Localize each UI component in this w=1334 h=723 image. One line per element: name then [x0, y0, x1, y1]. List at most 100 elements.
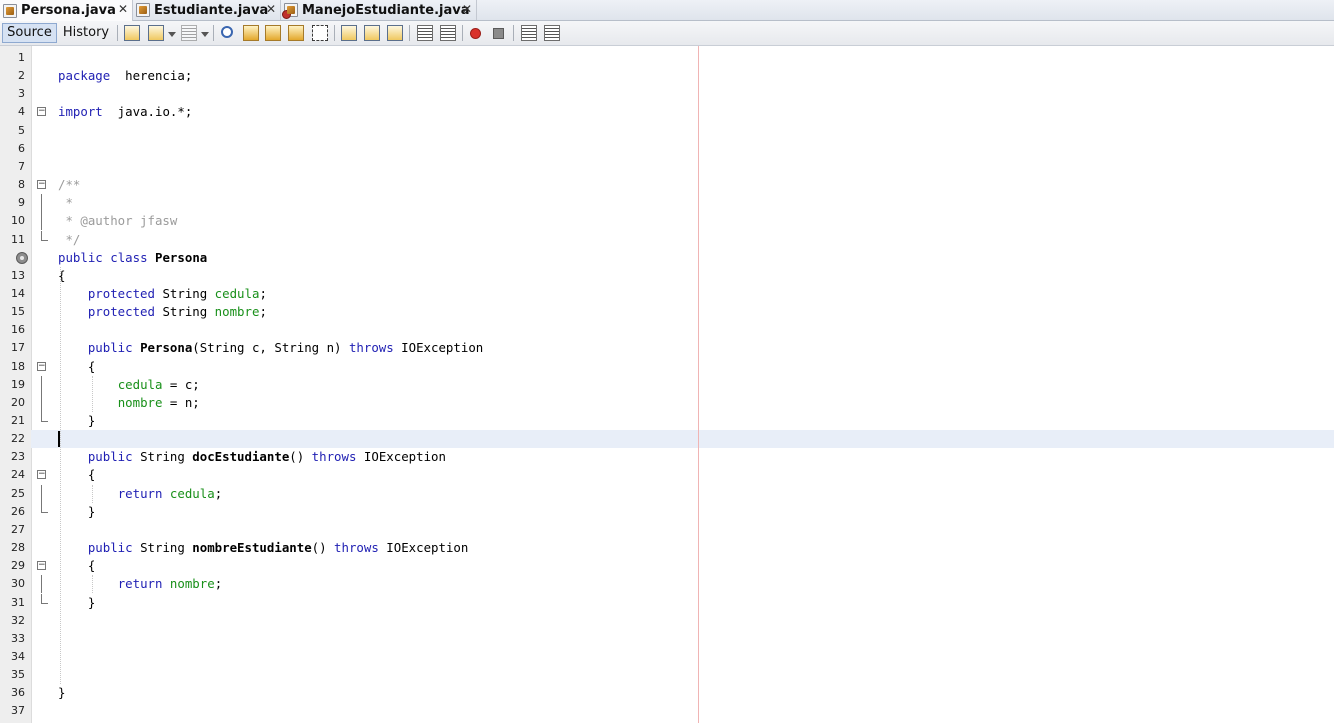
code-line[interactable]: 16: [0, 321, 1334, 339]
code-line[interactable]: 27: [0, 521, 1334, 539]
code-editor[interactable]: 1 2 package herencia; 3 4− import java.io.*; 5…: [0, 46, 1334, 723]
code-line[interactable]: 15 protected String nombre;: [0, 303, 1334, 321]
next-bookmark-icon[interactable]: [364, 25, 380, 41]
code-line[interactable]: 24 − {: [0, 466, 1334, 484]
shift-left-icon[interactable]: [417, 25, 433, 41]
code-text: package herencia;: [58, 67, 192, 85]
previous-bookmark-icon[interactable]: [341, 25, 357, 41]
collapse-fold-icon[interactable]: −: [37, 470, 46, 480]
line-number: 31: [11, 595, 25, 609]
line-number: 10: [11, 214, 25, 228]
collapse-fold-icon[interactable]: −: [37, 180, 46, 190]
line-number: 23: [11, 450, 25, 464]
java-file-icon: [136, 3, 150, 17]
find-previous-icon[interactable]: [243, 25, 259, 41]
code-token: (): [311, 540, 335, 556]
code-line[interactable]: 4 − import java.io.*;: [0, 103, 1334, 121]
history-view-button[interactable]: History: [60, 23, 112, 43]
code-line[interactable]: 11 */: [0, 230, 1334, 249]
code-line[interactable]: 14 protected String cedula;: [0, 285, 1334, 303]
find-next-icon[interactable]: [265, 25, 281, 41]
code-line[interactable]: 19 cedula = c;: [0, 375, 1334, 394]
code-token: ;: [214, 485, 223, 501]
code-line[interactable]: 20 nombre = n;: [0, 393, 1334, 412]
collapse-fold-icon[interactable]: −: [37, 561, 46, 571]
code-line[interactable]: 23 public String docEstudiante() throws …: [0, 448, 1334, 466]
code-line[interactable]: 12public class Persona: [0, 249, 1334, 267]
code-text: protected String nombre;: [58, 303, 267, 321]
code-line[interactable]: 3: [0, 85, 1334, 103]
code-line[interactable]: 10 * @author jfasw: [0, 212, 1334, 231]
tab-estudiante-java[interactable]: Estudiante.java ✕: [133, 0, 281, 20]
code-token: ;: [214, 576, 223, 592]
collapse-fold-icon[interactable]: −: [37, 361, 46, 371]
forward-icon[interactable]: [181, 25, 197, 41]
code-line[interactable]: 37: [0, 702, 1334, 720]
stop-macro-recording-icon[interactable]: [493, 28, 504, 39]
code-line[interactable]: 30 return nombre;: [0, 575, 1334, 594]
comment-icon[interactable]: [521, 25, 537, 41]
back-icon[interactable]: [148, 25, 164, 41]
fold-guide: [41, 393, 42, 412]
shift-right-icon[interactable]: [440, 25, 456, 41]
code-text: }: [58, 412, 95, 430]
code-line[interactable]: 2 package herencia;: [0, 67, 1334, 85]
code-line[interactable]: 21 }: [0, 412, 1334, 430]
keyword-token: return: [117, 576, 163, 592]
comment-token: *: [58, 195, 73, 211]
code-line[interactable]: 34: [0, 648, 1334, 666]
comment-token: /**: [58, 177, 81, 193]
code-text: {: [58, 557, 95, 575]
code-line[interactable]: 6: [0, 140, 1334, 158]
code-line[interactable]: 33: [0, 630, 1334, 648]
close-tab-icon[interactable]: ✕: [118, 2, 128, 16]
find-icon[interactable]: [221, 26, 233, 38]
code-line[interactable]: 8 − /**: [0, 176, 1334, 194]
line-number: 36: [11, 686, 25, 700]
rectangular-selection-icon[interactable]: [312, 25, 328, 41]
code-line[interactable]: 31 }: [0, 593, 1334, 612]
back-dropdown-icon[interactable]: [168, 32, 176, 37]
close-tab-icon[interactable]: ✕: [462, 2, 472, 16]
code-line[interactable]: 9 *: [0, 194, 1334, 213]
indent-guide: [60, 266, 61, 685]
code-line[interactable]: 32: [0, 612, 1334, 630]
code-line[interactable]: 26 }: [0, 502, 1334, 521]
code-text: }: [58, 684, 65, 702]
code-token: IOException: [356, 449, 446, 465]
code-line[interactable]: 25 return cedula;: [0, 484, 1334, 503]
toggle-bookmark-icon[interactable]: [387, 25, 403, 41]
code-text: public String docEstudiante() throws IOE…: [58, 448, 446, 466]
close-tab-icon[interactable]: ✕: [266, 2, 276, 16]
tab-manejoestudiante-java[interactable]: ManejoEstudiante.java ✕: [281, 0, 477, 20]
code-line[interactable]: 22: [0, 430, 1334, 448]
uncomment-icon[interactable]: [544, 25, 560, 41]
code-token: nombreEstudiante: [192, 540, 312, 556]
code-line[interactable]: 18 − {: [0, 358, 1334, 376]
forward-dropdown-icon[interactable]: [201, 32, 209, 37]
toggle-highlight-icon[interactable]: [288, 25, 304, 41]
line-number: 7: [18, 159, 25, 173]
source-view-button[interactable]: Source: [2, 23, 57, 43]
code-line[interactable]: 13{: [0, 267, 1334, 285]
code-line[interactable]: 1: [0, 49, 1334, 67]
start-macro-recording-icon[interactable]: [470, 28, 481, 39]
line-number: 16: [11, 323, 25, 337]
code-token: ;: [259, 304, 267, 320]
keyword-token: public: [58, 249, 103, 265]
code-line[interactable]: 35: [0, 666, 1334, 684]
collapse-fold-icon[interactable]: −: [37, 107, 46, 117]
code-line[interactable]: 29 − {: [0, 557, 1334, 575]
tab-persona-java[interactable]: Persona.java ✕: [0, 0, 133, 21]
code-line[interactable]: 7: [0, 158, 1334, 176]
keyword-token: protected: [87, 304, 155, 320]
override-annotation-icon[interactable]: [16, 251, 28, 264]
code-line[interactable]: 5: [0, 122, 1334, 140]
last-edit-icon[interactable]: [124, 25, 140, 41]
code-line[interactable]: 36}: [0, 684, 1334, 702]
code-line[interactable]: 28 public String nombreEstudiante() thro…: [0, 539, 1334, 557]
line-number: 32: [11, 613, 25, 627]
code-line[interactable]: 17 public Persona(String c, String n) th…: [0, 339, 1334, 357]
